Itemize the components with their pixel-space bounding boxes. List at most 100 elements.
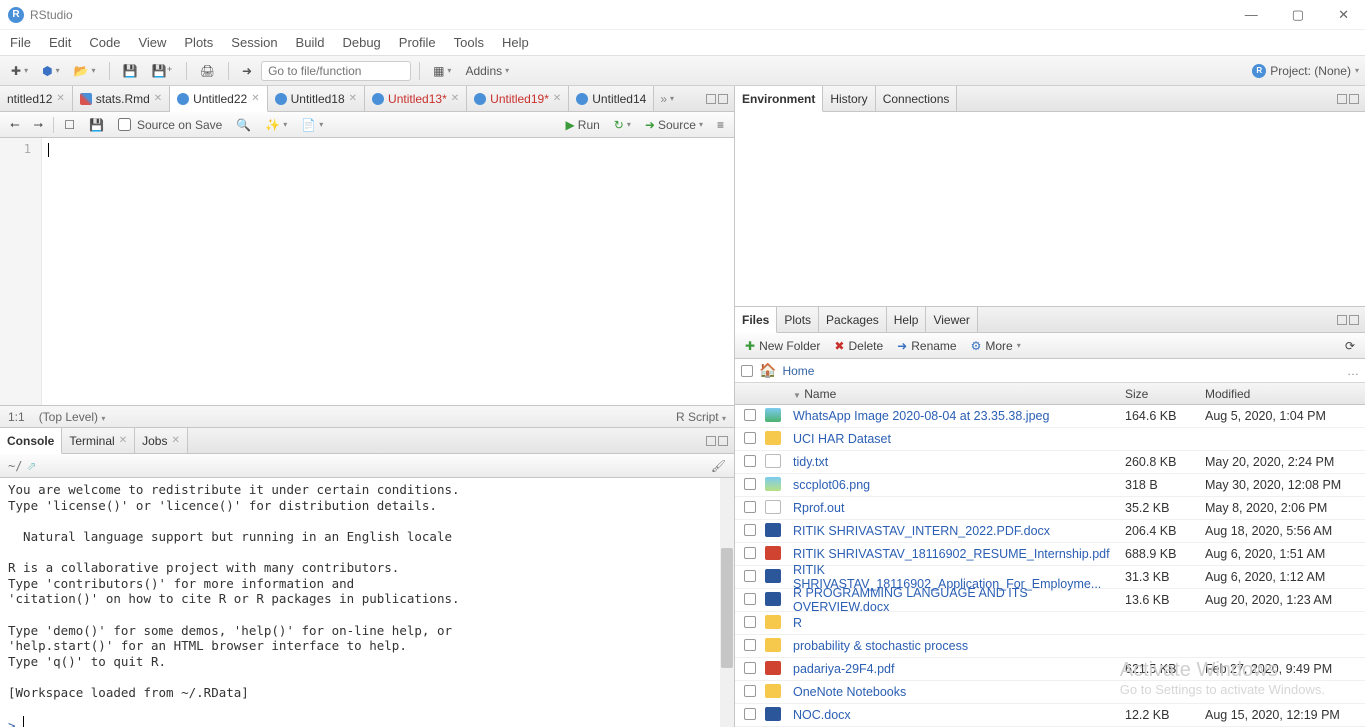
file-name[interactable]: R PROGRAMMING LANGUAGE AND ITS OVERVIEW.… — [793, 586, 1028, 614]
menu-code[interactable]: Code — [89, 35, 120, 50]
wand-button[interactable]: ✨▾ — [261, 117, 291, 133]
back-button[interactable]: ⭠ — [6, 116, 24, 133]
row-checkbox[interactable] — [744, 593, 756, 605]
new-file-button[interactable]: ✚▾ — [6, 62, 33, 80]
menu-profile[interactable]: Profile — [399, 35, 436, 50]
project-label[interactable]: Project: (None) — [1270, 64, 1351, 78]
pane-min-icon[interactable] — [706, 436, 716, 446]
file-name[interactable]: RITIK SHRIVASTAV_INTERN_2022.PDF.docx — [793, 524, 1050, 538]
open-file-button[interactable]: 📂▾ — [69, 62, 101, 80]
console-scrollbar[interactable] — [720, 478, 734, 727]
tab-console[interactable]: Console — [0, 428, 62, 454]
file-row[interactable]: R PROGRAMMING LANGUAGE AND ITS OVERVIEW.… — [735, 589, 1365, 612]
row-checkbox[interactable] — [744, 639, 756, 651]
pane-max-icon[interactable] — [1349, 94, 1359, 104]
source-tab[interactable]: Untitled13*✕ — [365, 86, 467, 111]
source-editor[interactable]: 1 — [0, 138, 734, 405]
pane-min-icon[interactable] — [1337, 94, 1347, 104]
print-button[interactable]: 🖨 — [195, 62, 220, 80]
tab-viewer[interactable]: Viewer — [926, 307, 977, 332]
tab-connections[interactable]: Connections — [876, 86, 958, 111]
pane-max-icon[interactable] — [718, 94, 728, 104]
clear-console-icon[interactable]: 🖌 — [711, 459, 726, 473]
refresh-button[interactable]: ⟳ — [1341, 338, 1359, 354]
file-row[interactable]: Rprof.out35.2 KBMay 8, 2020, 2:06 PM — [735, 497, 1365, 520]
save-button[interactable]: 💾 — [118, 62, 143, 80]
close-icon[interactable]: ✕ — [171, 435, 179, 446]
source-tab[interactable]: stats.Rmd✕ — [73, 86, 170, 111]
forward-button[interactable]: ⭢ — [30, 116, 48, 133]
close-icon[interactable]: ✕ — [553, 93, 561, 104]
source-tab[interactable]: Untitled18✕ — [268, 86, 365, 111]
new-project-button[interactable]: ⬢▾ — [37, 62, 65, 80]
file-row[interactable]: NOC.docx12.2 KBAug 15, 2020, 12:19 PM — [735, 704, 1365, 727]
row-checkbox[interactable] — [744, 616, 756, 628]
menu-plots[interactable]: Plots — [184, 35, 213, 50]
more-button[interactable]: ⚙More ▾ — [967, 338, 1025, 354]
source-tab[interactable]: Untitled19*✕ — [467, 86, 569, 111]
delete-button[interactable]: ✖Delete — [830, 338, 887, 354]
file-name[interactable]: OneNote Notebooks — [793, 685, 906, 699]
file-name[interactable]: UCI HAR Dataset — [793, 432, 891, 446]
save-all-button[interactable]: 💾⁺ — [147, 62, 178, 80]
find-button[interactable]: 🔍 — [232, 117, 255, 133]
close-button[interactable]: ✕ — [1330, 3, 1357, 27]
file-row[interactable]: probability & stochastic process — [735, 635, 1365, 658]
tab-jobs[interactable]: Jobs✕ — [135, 428, 188, 453]
scope-label[interactable]: (Top Level) ▾ — [39, 410, 106, 424]
pane-min-icon[interactable] — [1337, 315, 1347, 325]
goto-file-input[interactable] — [261, 61, 411, 81]
file-row[interactable]: OneNote Notebooks — [735, 681, 1365, 704]
source-tab[interactable]: ntitled12✕ — [0, 86, 73, 111]
file-name[interactable]: RITIK SHRIVASTAV_18116902_RESUME_Interns… — [793, 547, 1110, 561]
file-row[interactable]: RITIK SHRIVASTAV_INTERN_2022.PDF.docx206… — [735, 520, 1365, 543]
report-button[interactable]: 📄▾ — [297, 117, 327, 133]
close-icon[interactable]: ✕ — [56, 93, 64, 104]
row-checkbox[interactable] — [744, 455, 756, 467]
tab-packages[interactable]: Packages — [819, 307, 887, 332]
new-folder-button[interactable]: ✚New Folder — [741, 338, 824, 354]
files-list[interactable]: WhatsApp Image 2020-08-04 at 23.35.38.jp… — [735, 405, 1365, 727]
file-row[interactable]: WhatsApp Image 2020-08-04 at 23.35.38.jp… — [735, 405, 1365, 428]
minimize-button[interactable]: ― — [1237, 3, 1266, 27]
select-all-checkbox[interactable] — [741, 365, 753, 377]
row-checkbox[interactable] — [744, 570, 756, 582]
row-checkbox[interactable] — [744, 708, 756, 720]
tab-history[interactable]: History — [823, 86, 875, 111]
row-checkbox[interactable] — [744, 409, 756, 421]
tab-terminal[interactable]: Terminal✕ — [62, 428, 135, 453]
pane-max-icon[interactable] — [1349, 315, 1359, 325]
show-in-new-window-button[interactable]: ☐ — [60, 117, 79, 133]
close-icon[interactable]: ✕ — [451, 93, 459, 104]
source-tab[interactable]: Untitled22✕ — [170, 86, 267, 112]
row-checkbox[interactable] — [744, 501, 756, 513]
row-checkbox[interactable] — [744, 547, 756, 559]
file-name[interactable]: probability & stochastic process — [793, 639, 968, 653]
close-icon[interactable]: ✕ — [154, 93, 162, 104]
outline-button[interactable]: ≡ — [713, 117, 728, 133]
source-tab[interactable]: Untitled14 — [569, 86, 654, 111]
file-name[interactable]: tidy.txt — [793, 455, 828, 469]
run-button[interactable]: ▶Run — [562, 117, 604, 133]
rerun-button[interactable]: ↻▾ — [610, 117, 635, 133]
menu-help[interactable]: Help — [502, 35, 529, 50]
source-button[interactable]: ➜Source ▾ — [641, 117, 707, 133]
row-checkbox[interactable] — [744, 524, 756, 536]
more-path-icon[interactable]: … — [1347, 364, 1359, 378]
tab-files[interactable]: Files — [735, 307, 777, 333]
menu-file[interactable]: File — [10, 35, 31, 50]
console-output[interactable]: You are welcome to redistribute it under… — [0, 478, 734, 727]
home-icon[interactable]: 🏠 — [759, 362, 776, 379]
row-checkbox[interactable] — [744, 432, 756, 444]
file-row[interactable]: padariya-29F4.pdf621.5 KBFeb 27, 2020, 9… — [735, 658, 1365, 681]
menu-tools[interactable]: Tools — [454, 35, 484, 50]
row-checkbox[interactable] — [744, 478, 756, 490]
tab-plots[interactable]: Plots — [777, 307, 819, 332]
tab-overflow-icon[interactable]: » — [660, 92, 667, 106]
file-name[interactable]: WhatsApp Image 2020-08-04 at 23.35.38.jp… — [793, 409, 1049, 423]
pane-min-icon[interactable] — [706, 94, 716, 104]
pane-max-icon[interactable] — [718, 436, 728, 446]
tab-environment[interactable]: Environment — [735, 86, 823, 112]
close-icon[interactable]: ✕ — [349, 93, 357, 104]
source-on-save-checkbox[interactable]: Source on Save — [114, 117, 226, 133]
